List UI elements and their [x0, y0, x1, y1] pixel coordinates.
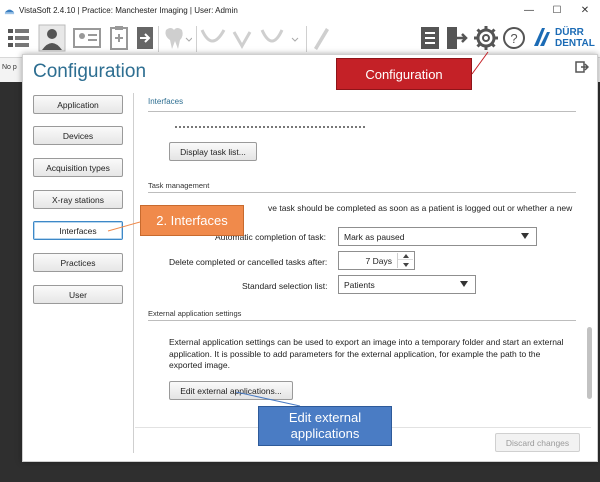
pen-icon[interactable]: [310, 24, 332, 52]
logout-icon[interactable]: [444, 24, 468, 52]
nav-application[interactable]: Application: [33, 95, 123, 114]
toolbar-separator: [196, 26, 197, 52]
discard-changes-button[interactable]: Discard changes: [495, 433, 580, 452]
edit-external-callout-line1: Edit external: [288, 410, 362, 425]
interfaces-panel: Interfaces Display task list... Task man…: [135, 93, 579, 423]
list-view-icon[interactable]: [6, 24, 32, 52]
external-apps-description: External application settings can be use…: [169, 337, 564, 370]
configuration-dialog: Configuration Application Devices Acquis…: [22, 54, 598, 462]
interfaces-callout: 2. Interfaces: [140, 205, 244, 236]
nav-xray-stations[interactable]: X-ray stations: [33, 190, 123, 209]
step-down-button[interactable]: [398, 261, 413, 268]
panel-header-line: [148, 111, 576, 112]
edit-external-callout-line2: applications: [290, 426, 360, 441]
window-title: VistaSoft 2.4.10 | Practice: Manchester …: [19, 5, 238, 15]
auto-completion-select[interactable]: Mark as paused: [338, 227, 537, 246]
nav-acquisition-types[interactable]: Acquisition types: [33, 158, 123, 177]
nav-devices[interactable]: Devices: [33, 126, 123, 145]
nav-interfaces[interactable]: Interfaces: [33, 221, 123, 240]
chevron-down-icon: [521, 233, 529, 239]
standard-list-select[interactable]: Patients: [338, 275, 476, 294]
toolbar-separator: [158, 26, 159, 52]
dialog-title: Configuration: [33, 61, 147, 82]
external-apps-line: [148, 320, 576, 321]
app-icon: [4, 9, 15, 14]
toolbar-separator: [306, 26, 307, 52]
patient-icon[interactable]: [38, 24, 66, 52]
brand-top: DÜRR: [555, 27, 584, 38]
panel-header: Interfaces: [148, 97, 184, 106]
display-task-list-button[interactable]: Display task list...: [169, 142, 257, 161]
task-management-heading: Task management: [148, 181, 210, 190]
stepper-buttons: [397, 253, 413, 268]
configuration-callout: Configuration: [336, 58, 472, 90]
svg-text:?: ?: [510, 31, 517, 46]
clipped-text: [175, 125, 395, 129]
standard-list-value: Patients: [344, 279, 375, 290]
edit-external-apps-button[interactable]: Edit external applications...: [169, 381, 293, 400]
scrollbar-thumb[interactable]: [587, 327, 592, 399]
delete-after-value: 7 Days: [365, 256, 392, 266]
edit-external-callout: Edit external applications: [258, 406, 392, 446]
delete-after-label: Delete completed or cancelled tasks afte…: [169, 257, 328, 267]
gear-icon[interactable]: [472, 24, 500, 52]
task-description: ve task should be completed as soon as a…: [268, 203, 573, 213]
panel-scrollbar[interactable]: [587, 95, 592, 425]
patient-card-icon[interactable]: [72, 24, 102, 52]
auto-completion-value: Mark as paused: [344, 231, 405, 242]
clipboard-icon[interactable]: [108, 24, 130, 52]
nav-user[interactable]: User: [33, 285, 123, 304]
curve-tool-icon[interactable]: [200, 24, 304, 52]
minimize-button[interactable]: —: [514, 0, 544, 20]
task-list-icon[interactable]: [418, 24, 442, 52]
task-management-line: [148, 192, 576, 193]
chevron-down-icon: [402, 262, 409, 267]
strip-text: No p: [2, 64, 17, 71]
close-button[interactable]: ✕: [570, 0, 600, 20]
nav-divider: [133, 93, 134, 453]
standard-list-label: Standard selection list:: [242, 281, 328, 291]
brand-bottom: DENTAL: [555, 38, 595, 49]
nav-practices[interactable]: Practices: [33, 253, 123, 272]
external-apps-heading: External application settings: [148, 309, 242, 318]
title-bar: VistaSoft 2.4.10 | Practice: Manchester …: [0, 0, 600, 20]
maximize-button[interactable]: ☐: [542, 0, 572, 20]
delete-after-stepper[interactable]: 7 Days: [338, 251, 415, 270]
chevron-up-icon: [402, 254, 409, 258]
durr-logo-icon: [534, 28, 550, 46]
tooth-icon[interactable]: [162, 24, 192, 52]
chevron-down-icon: [460, 281, 468, 287]
step-up-button[interactable]: [398, 253, 413, 260]
help-icon[interactable]: ?: [502, 24, 526, 52]
patient-import-icon[interactable]: [134, 24, 156, 52]
main-toolbar: ? DÜRR DENTAL: [0, 20, 600, 58]
dialog-exit-icon[interactable]: [575, 61, 589, 73]
